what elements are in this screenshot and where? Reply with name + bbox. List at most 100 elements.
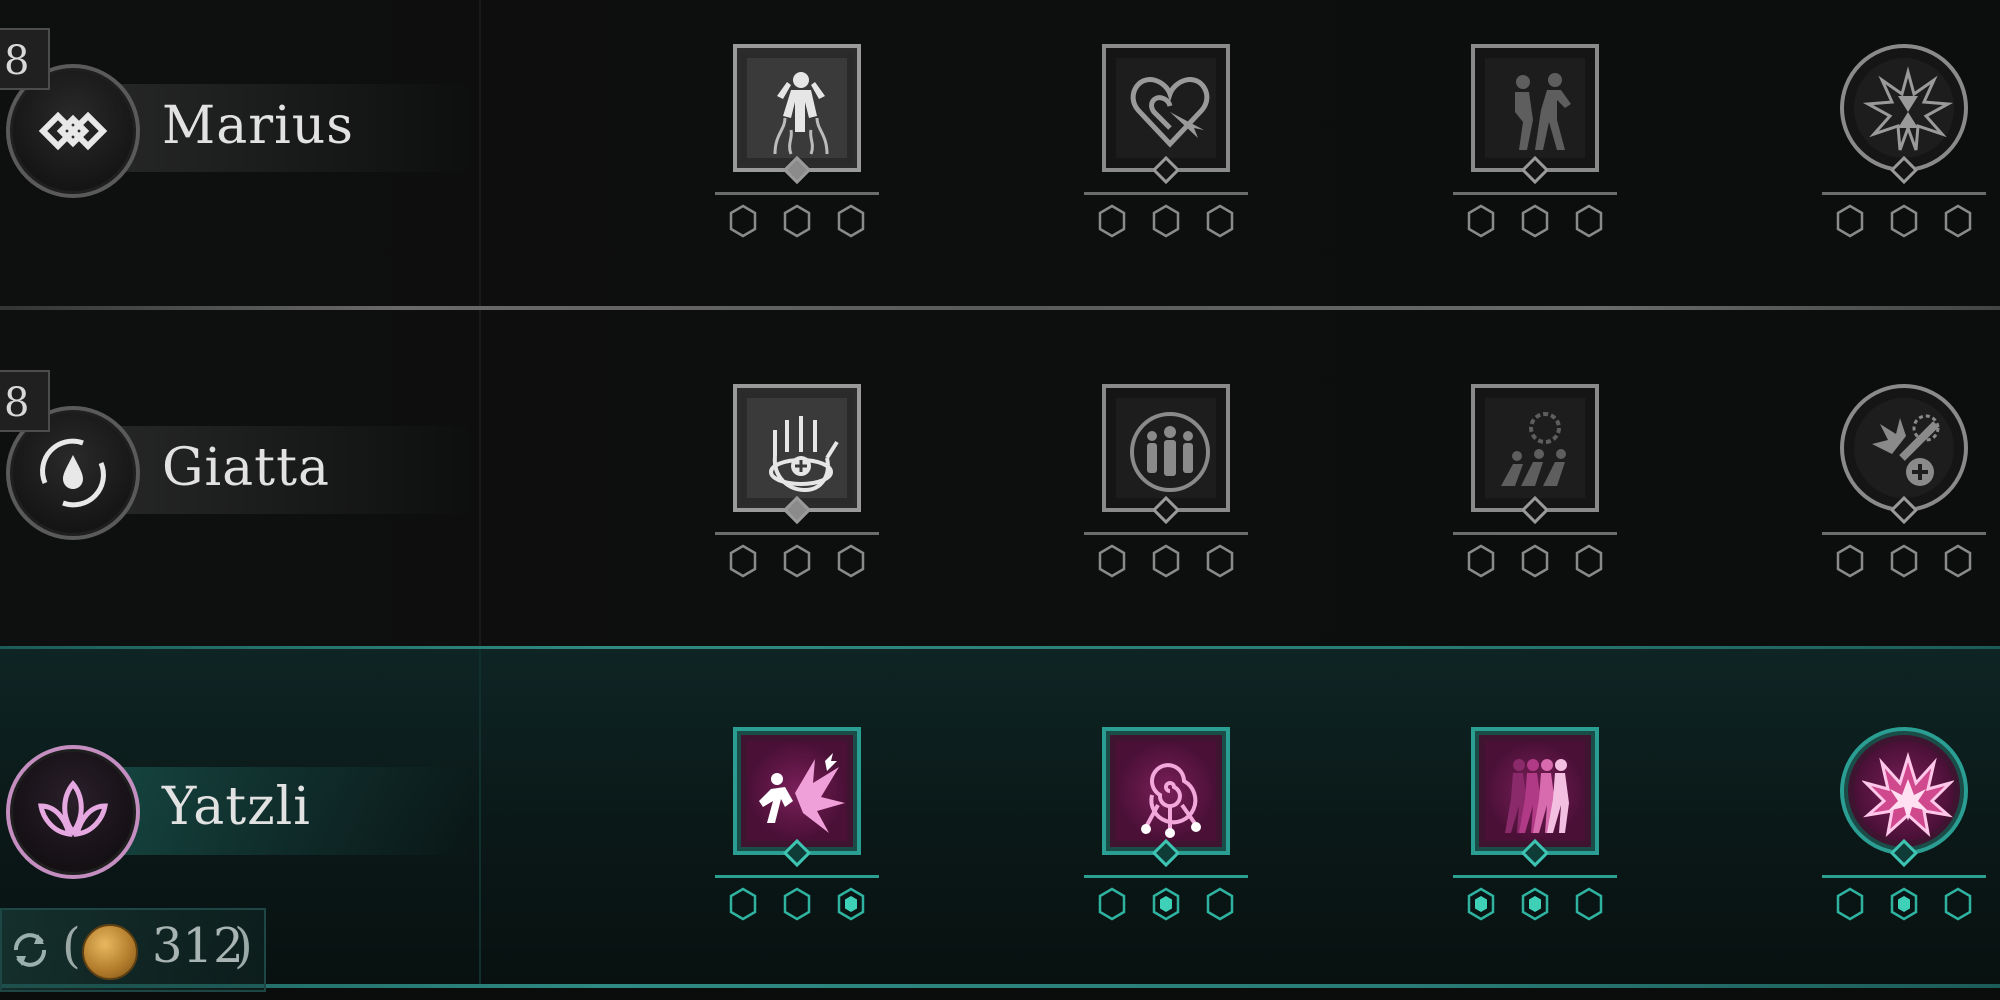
character-row-giatta: 8 Giatta — [0, 310, 2000, 646]
upgrade-hex-empty-icon[interactable] — [1521, 204, 1549, 238]
upgrade-hex-empty-icon[interactable] — [783, 544, 811, 578]
upgrade-hex-empty-icon[interactable] — [1206, 204, 1234, 238]
lightning-strike-icon — [759, 753, 845, 833]
skill-baseline — [1084, 532, 1248, 535]
upgrade-hex-filled-icon[interactable] — [837, 887, 865, 921]
skill-frame — [733, 727, 861, 855]
upgrade-hex-empty-icon[interactable] — [1152, 204, 1180, 238]
upgrade-nodes — [1084, 887, 1248, 927]
coin-icon — [82, 924, 138, 980]
hourglass-burst-icon — [1862, 66, 1954, 151]
upgrade-hex-empty-icon[interactable] — [1836, 204, 1864, 238]
upgrade-hex-filled-icon[interactable] — [1467, 887, 1495, 921]
healing-hand-icon — [769, 416, 839, 493]
upgrade-hex-empty-icon[interactable] — [1836, 887, 1864, 921]
skill-baseline — [715, 192, 879, 195]
skill-baseline — [1084, 192, 1248, 195]
upgrade-nodes — [1822, 887, 1986, 927]
skill-slot[interactable] — [715, 727, 879, 927]
skill-slot[interactable] — [1822, 727, 1986, 927]
upgrade-hex-filled-icon[interactable] — [1521, 887, 1549, 921]
skill-baseline — [715, 875, 879, 878]
skill-frame — [1471, 44, 1599, 172]
upgrade-hex-empty-icon[interactable] — [1098, 204, 1126, 238]
burst-heal-icon — [1872, 414, 1940, 486]
bottom-border — [0, 984, 2000, 988]
upgrade-hex-empty-icon[interactable] — [837, 204, 865, 238]
upgrade-hex-empty-icon[interactable] — [1575, 887, 1603, 921]
skill-frame — [1840, 384, 1968, 512]
respec-cost-panel[interactable]: ( 312 ) — [0, 908, 266, 992]
skill-slot[interactable] — [1453, 384, 1617, 584]
upgrade-hex-empty-icon[interactable] — [1206, 544, 1234, 578]
upgrade-nodes — [715, 544, 879, 584]
skill-slot[interactable] — [1084, 384, 1248, 584]
upgrade-nodes — [715, 887, 879, 927]
upgrade-hex-empty-icon[interactable] — [1944, 887, 1972, 921]
upgrade-hex-empty-icon[interactable] — [1944, 204, 1972, 238]
skill-slot[interactable] — [1822, 384, 1986, 584]
character-name: Yatzli — [162, 777, 311, 837]
upgrade-hex-empty-icon[interactable] — [1944, 544, 1972, 578]
upgrade-hex-empty-icon[interactable] — [1467, 204, 1495, 238]
upgrade-nodes — [715, 204, 879, 244]
skill-slot[interactable] — [715, 44, 879, 244]
upgrade-hex-empty-icon[interactable] — [1521, 544, 1549, 578]
lotus-icon — [38, 780, 108, 837]
afterimage-walk-icon — [1505, 759, 1569, 833]
refresh-icon[interactable] — [8, 928, 52, 972]
running-group-icon — [1501, 412, 1566, 486]
skill-baseline — [1453, 532, 1617, 535]
skill-baseline — [1822, 875, 1986, 878]
skill-baseline — [1084, 875, 1248, 878]
upgrade-hex-empty-icon[interactable] — [837, 544, 865, 578]
upgrade-hex-empty-icon[interactable] — [1098, 544, 1126, 578]
skill-slot[interactable] — [715, 384, 879, 584]
upgrade-hex-empty-icon[interactable] — [1890, 544, 1918, 578]
column-divider — [479, 0, 481, 306]
upgrade-hex-empty-icon[interactable] — [783, 204, 811, 238]
rising-figure-icon — [773, 72, 829, 155]
skill-slot[interactable] — [1453, 44, 1617, 244]
skill-baseline — [1822, 192, 1986, 195]
character-name: Giatta — [162, 438, 330, 498]
upgrade-hex-empty-icon[interactable] — [1575, 204, 1603, 238]
skill-slot[interactable] — [1822, 44, 1986, 244]
column-divider — [479, 649, 481, 984]
heart-target-icon — [1130, 77, 1210, 148]
upgrade-hex-empty-icon[interactable] — [1836, 544, 1864, 578]
upgrade-hex-empty-icon[interactable] — [1098, 887, 1126, 921]
skill-slot[interactable] — [1084, 727, 1248, 927]
upgrade-hex-empty-icon[interactable] — [1152, 544, 1180, 578]
upgrade-hex-filled-icon[interactable] — [1890, 887, 1918, 921]
upgrade-hex-empty-icon[interactable] — [729, 544, 757, 578]
upgrade-hex-empty-icon[interactable] — [783, 887, 811, 921]
upgrade-hex-empty-icon[interactable] — [1206, 887, 1234, 921]
spiral-orbs-icon — [1141, 763, 1201, 838]
upgrade-nodes — [1084, 204, 1248, 244]
level-badge: 8 — [0, 28, 50, 90]
character-emblem-yatzli[interactable] — [6, 745, 140, 879]
upgrade-hex-filled-icon[interactable] — [1152, 887, 1180, 921]
upgrade-hex-empty-icon[interactable] — [1890, 204, 1918, 238]
column-divider — [479, 310, 481, 646]
level-badge: 8 — [0, 370, 50, 432]
character-row-yatzli: Yatzli — [0, 649, 2000, 984]
skill-baseline — [1453, 875, 1617, 878]
water-drop-cycle-icon — [40, 438, 106, 508]
three-figures-icon — [1130, 412, 1210, 492]
skill-frame — [1102, 44, 1230, 172]
skill-slot[interactable] — [1453, 727, 1617, 927]
skill-slot[interactable] — [1084, 44, 1248, 244]
dash-figures-icon — [1515, 73, 1571, 150]
upgrade-hex-empty-icon[interactable] — [729, 887, 757, 921]
upgrade-hex-empty-icon[interactable] — [1575, 544, 1603, 578]
skill-frame — [733, 44, 861, 172]
upgrade-nodes — [1453, 887, 1617, 927]
character-name: Marius — [162, 96, 354, 156]
upgrade-nodes — [1084, 544, 1248, 584]
skill-baseline — [1453, 192, 1617, 195]
diamond-chain-icon — [38, 111, 108, 151]
upgrade-hex-empty-icon[interactable] — [1467, 544, 1495, 578]
upgrade-hex-empty-icon[interactable] — [729, 204, 757, 238]
